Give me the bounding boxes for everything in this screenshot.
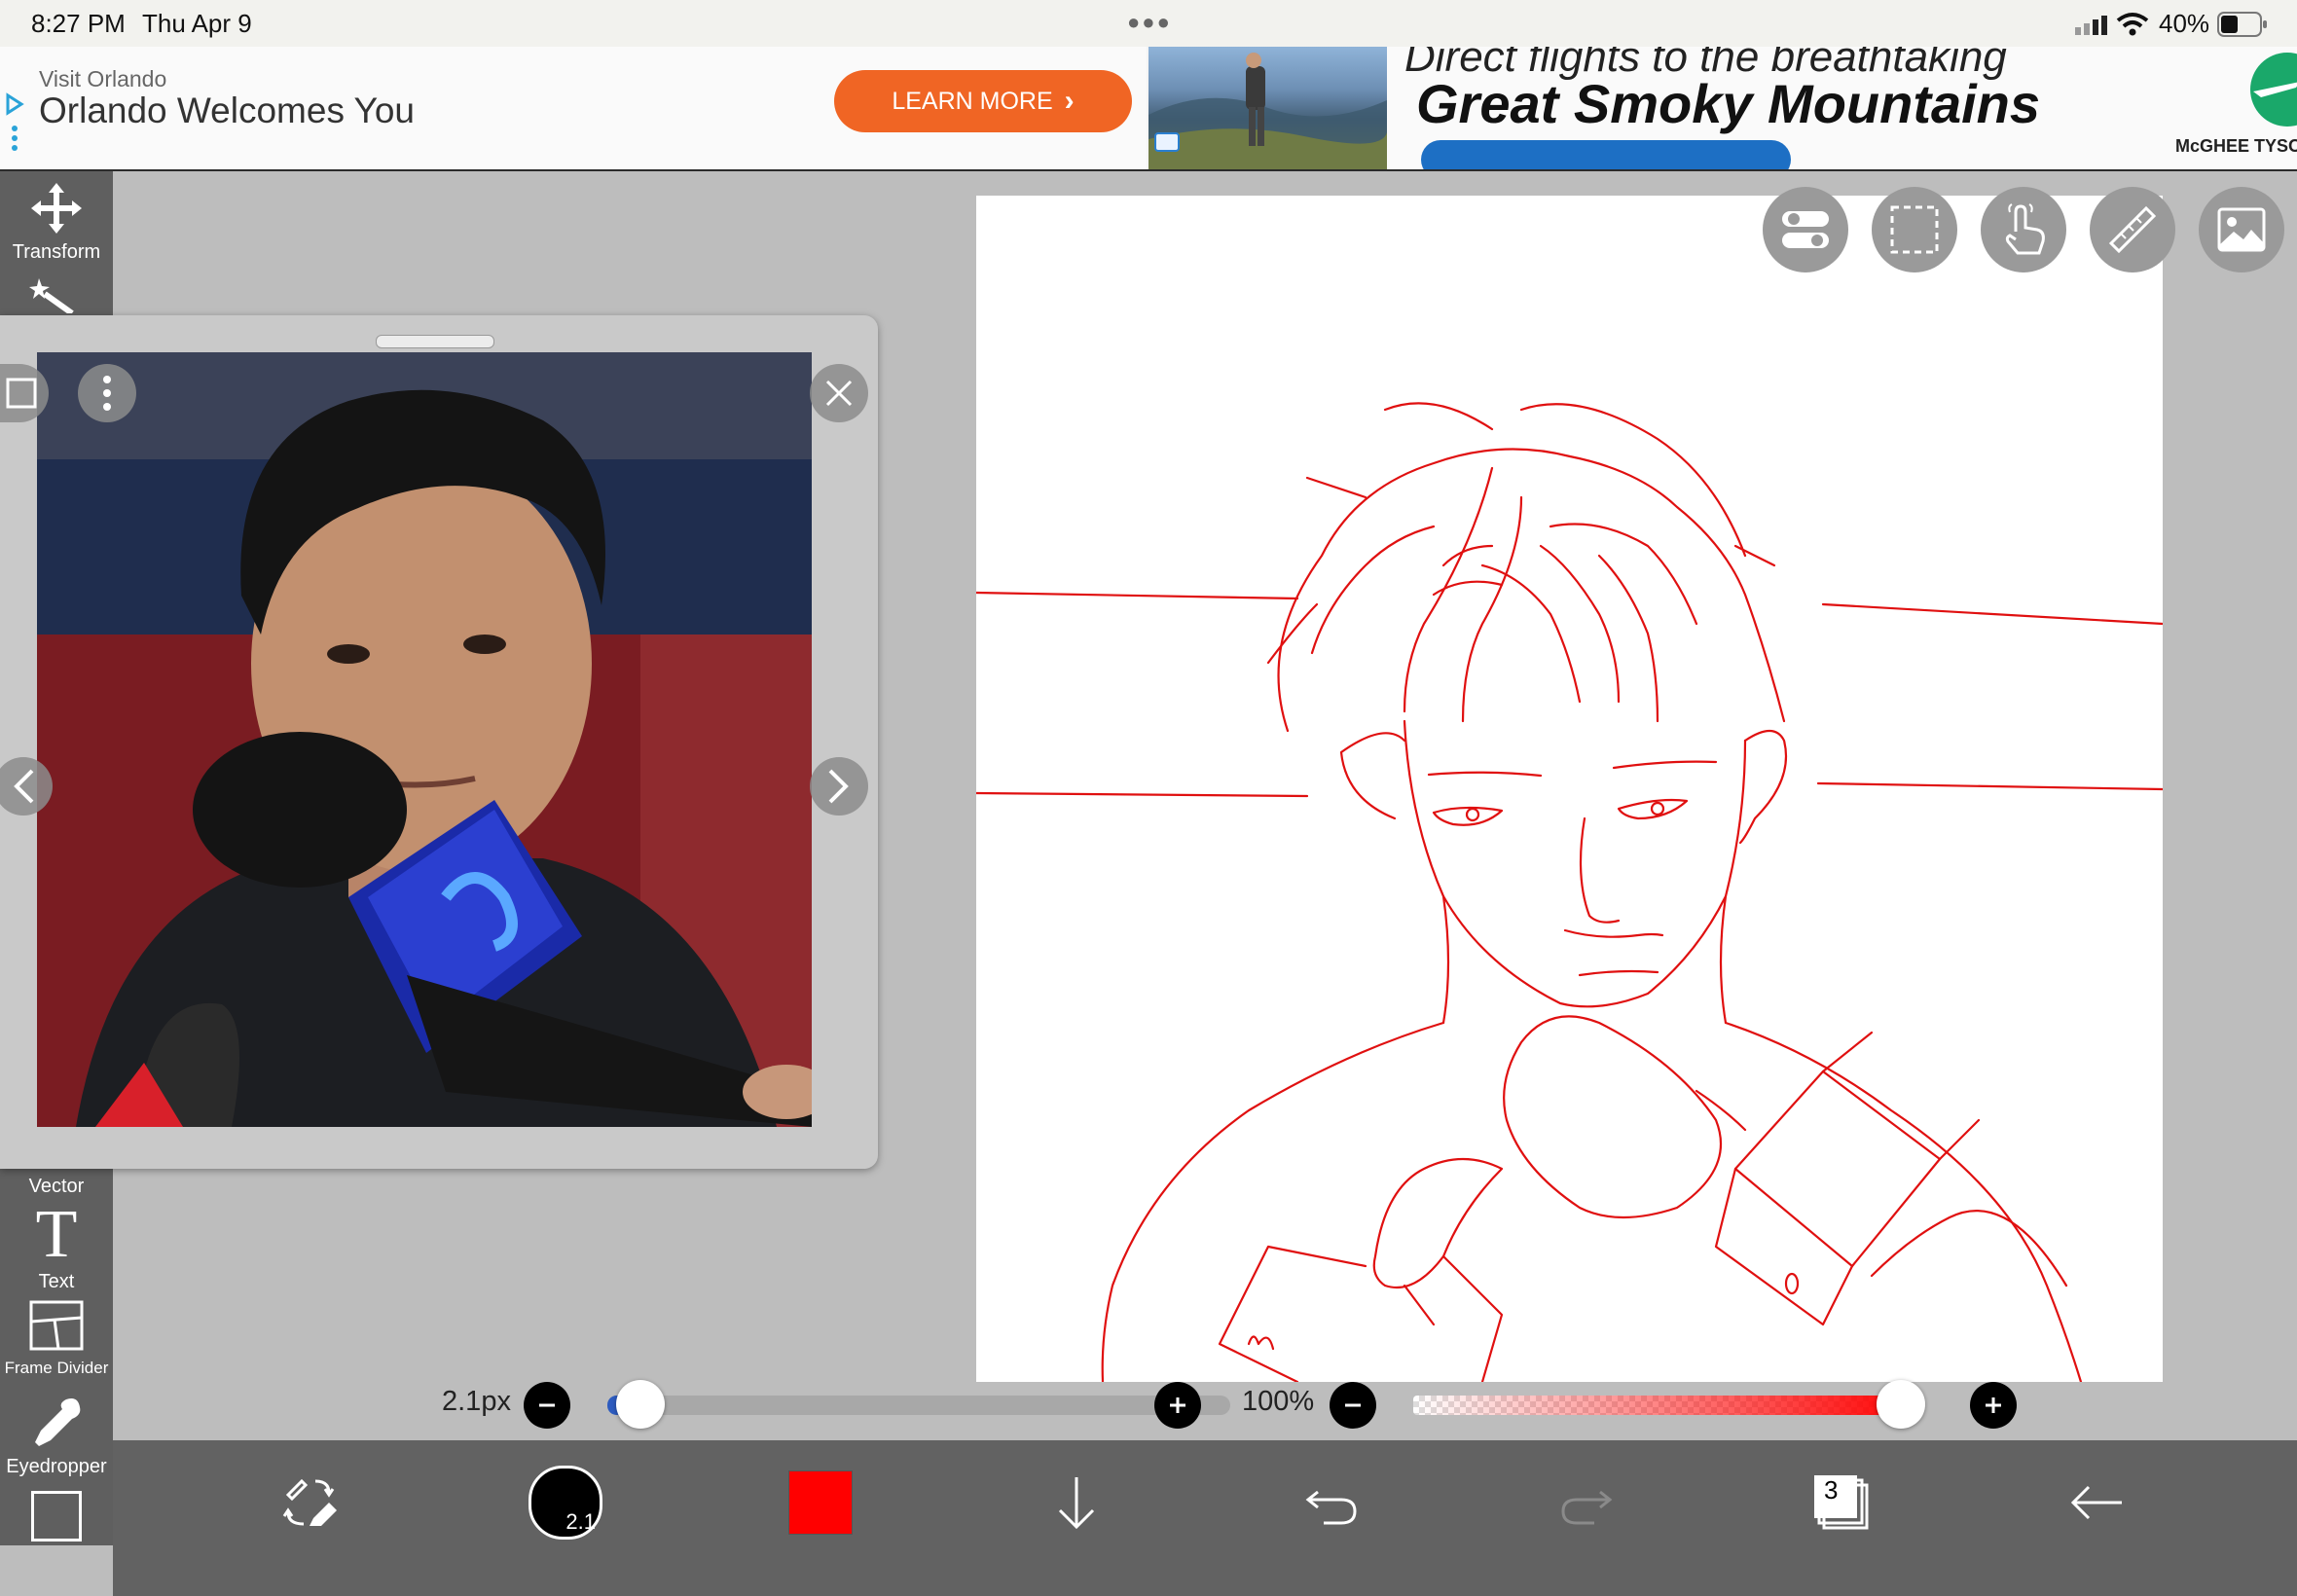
toggle-button[interactable] (1763, 187, 1848, 272)
tool-frame-icon[interactable] (31, 1491, 82, 1542)
move-arrows-icon (31, 183, 82, 234)
plus-icon (1170, 1397, 1185, 1413)
ad-right-headline: Great Smoky Mountains (1416, 73, 2041, 134)
tool-transform[interactable]: Transform (0, 171, 113, 269)
layers-count: 3 (1824, 1475, 1839, 1505)
status-time: 8:27 PM (31, 9, 126, 38)
size-decrease-button[interactable] (524, 1382, 570, 1429)
ad-cta-button[interactable] (1421, 140, 1791, 169)
reference-photo (37, 352, 812, 1127)
reference-menu-button[interactable] (78, 364, 136, 422)
brush-swap-icon (282, 1478, 337, 1526)
learn-more-label: LEARN MORE (892, 87, 1053, 115)
tool-text-label: Text (38, 1271, 75, 1292)
close-icon (825, 380, 853, 407)
frame-square-icon (6, 378, 37, 409)
brush-slider-row: 2.1px 100% (113, 1372, 2297, 1438)
size-increase-button[interactable] (1154, 1382, 1201, 1429)
tool-vector-label[interactable]: Vector (0, 1176, 113, 1198)
opacity-decrease-button[interactable] (1330, 1382, 1376, 1429)
text-t-icon: T (35, 1197, 78, 1272)
opacity-increase-button[interactable] (1970, 1382, 2017, 1429)
back-button[interactable] (2058, 1464, 2135, 1542)
tool-eyedropper-label: Eyedropper (6, 1456, 107, 1477)
hand-icon (2005, 203, 2045, 255)
undo-button[interactable] (1293, 1464, 1370, 1542)
ad-banner[interactable]: Visit Orlando Orlando Welcomes You LEARN… (0, 47, 2297, 171)
chevron-left-icon (14, 769, 34, 804)
airport-logo-icon (2250, 53, 2297, 127)
redo-icon (1561, 1490, 1613, 1525)
tool-transform-label: Transform (12, 241, 101, 263)
drawing-canvas[interactable] (974, 187, 2284, 1384)
tool-frame-divider-label: Frame Divider (4, 1359, 109, 1377)
plus-icon (1986, 1397, 2001, 1413)
tool-text[interactable]: T Text (0, 1201, 113, 1294)
chevron-right-icon (828, 769, 849, 804)
brush-eraser-swap-button[interactable] (271, 1464, 348, 1542)
save-down-button[interactable] (1038, 1464, 1115, 1542)
ad-brand: McGHEE TYSON (2175, 136, 2297, 156)
layers-button[interactable]: 3 (1803, 1464, 1880, 1542)
brush-size-label: 2.1px (442, 1386, 511, 1417)
redo-button[interactable] (1548, 1464, 1625, 1542)
brush-size-value: 2.1 (565, 1509, 596, 1534)
minus-icon (1345, 1403, 1361, 1407)
opacity-label: 100% (1242, 1386, 1315, 1417)
red-line-sketch (974, 402, 2165, 1384)
size-slider-thumb[interactable] (615, 1380, 665, 1429)
ad-sponsor: Visit Orlando (39, 66, 167, 91)
toggle-icon (1782, 211, 1829, 248)
selection-icon (1890, 205, 1939, 254)
tool-frame-divider[interactable]: Frame Divider (0, 1300, 113, 1388)
opacity-slider-thumb[interactable] (1877, 1380, 1925, 1429)
multitask-dots-icon[interactable]: ●●● (1127, 10, 1172, 35)
brush-size-icon: 2.1 (529, 1466, 602, 1540)
learn-more-button[interactable]: LEARN MORE › (834, 70, 1132, 132)
hand-button[interactable] (1981, 187, 2066, 272)
drag-handle[interactable] (376, 335, 494, 348)
back-arrow-icon (2070, 1485, 2122, 1520)
ad-hiker-photo[interactable] (1148, 47, 1387, 169)
tool-eyedropper[interactable]: Eyedropper (0, 1392, 113, 1485)
ad-headline: Orlando Welcomes You (39, 91, 415, 130)
battery-percent: 40% (2159, 9, 2210, 38)
size-slider-track[interactable] (607, 1380, 1230, 1429)
color-swatch (788, 1470, 853, 1535)
eyedropper-icon (35, 1398, 81, 1446)
brush-size-button[interactable]: 2.1 (527, 1464, 604, 1542)
frame-divider-icon (29, 1300, 84, 1351)
bottom-toolbar: 2.1 3 (113, 1440, 2297, 1596)
ad-right-panel[interactable]: Direct flights to the breathtaking Great… (1387, 47, 2297, 169)
next-image-button[interactable] (810, 757, 868, 816)
status-date: Thu Apr 9 (142, 9, 252, 38)
opacity-gradient (1413, 1396, 1919, 1415)
ruler-button[interactable] (2090, 187, 2175, 272)
ruler-icon (2108, 205, 2157, 254)
more-vertical-icon (103, 376, 111, 411)
selection-button[interactable] (1872, 187, 1957, 272)
battery-icon (2217, 12, 2267, 37)
ad-left-panel[interactable]: Visit Orlando Orlando Welcomes You LEARN… (0, 47, 1147, 169)
ad-info-icon[interactable] (1154, 132, 1180, 152)
reference-window[interactable] (0, 315, 878, 1169)
cellular-signal-icon (2075, 16, 2107, 35)
opacity-slider-track[interactable] (1413, 1380, 1925, 1429)
chevron-right-icon: › (1064, 85, 1075, 117)
image-icon (2217, 207, 2266, 252)
layers-icon (1814, 1475, 1869, 1530)
undo-icon (1305, 1490, 1357, 1525)
magic-wand-icon[interactable] (29, 274, 84, 313)
status-bar: 8:27 PM Thu Apr 9 ●●● 40% (0, 0, 2297, 47)
image-button[interactable] (2199, 187, 2284, 272)
ad-choices-icon[interactable] (4, 91, 25, 152)
minus-icon (539, 1403, 555, 1407)
close-reference-button[interactable] (810, 364, 868, 422)
color-button[interactable] (782, 1464, 859, 1542)
wifi-icon (2116, 13, 2149, 36)
download-icon (1058, 1477, 1095, 1530)
